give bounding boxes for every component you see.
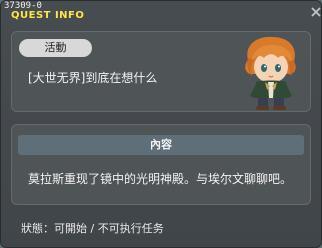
quest-info-window: 37309-0 QUEST INFO 活動 [大世无界]到底在想什么 內容 莫拉… xyxy=(0,0,322,248)
window-title: QUEST INFO xyxy=(11,10,85,21)
quest-status: 狀態：可開始 / 不可执行任务 xyxy=(21,222,164,235)
quest-summary-panel: 活動 [大世无界]到底在想什么 xyxy=(11,31,311,112)
quest-content-panel: 內容 莫拉斯重现了镜中的光明神殿。与埃尔文聊聊吧。 xyxy=(11,124,311,205)
content-header: 內容 xyxy=(18,135,304,155)
content-text: 莫拉斯重现了镜中的光明神殿。与埃尔文聊聊吧。 xyxy=(28,172,293,186)
quest-name: [大世无界]到底在想什么 xyxy=(28,71,158,85)
close-button[interactable] xyxy=(303,4,321,18)
close-icon xyxy=(311,7,321,17)
quest-tag-badge: 活動 xyxy=(19,39,92,57)
npc-character-avatar xyxy=(245,36,296,110)
